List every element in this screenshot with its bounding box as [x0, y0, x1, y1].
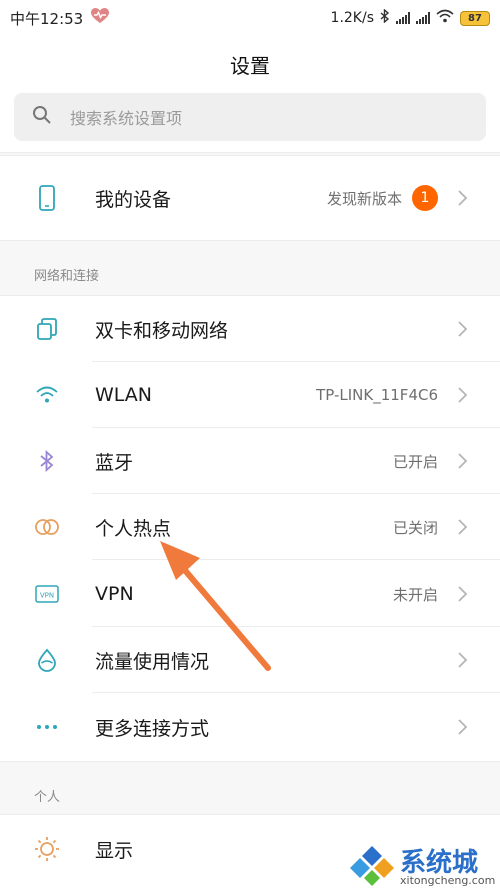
row-label: 蓝牙 — [95, 451, 134, 474]
bluetooth-icon — [34, 448, 60, 474]
chevron-right-icon — [456, 717, 470, 737]
status-bar: 中午12:53 1.2K/s 87 — [0, 0, 500, 36]
search-icon — [32, 105, 52, 129]
row-label: 更多连接方式 — [95, 717, 210, 740]
svg-text:VPN: VPN — [40, 592, 54, 600]
row-label: 个人热点 — [95, 517, 172, 540]
heart-rate-icon — [91, 8, 110, 28]
bluetooth-status-icon — [380, 8, 390, 27]
row-divider — [92, 559, 500, 560]
status-time: 中午12:53 — [10, 9, 84, 28]
phone-icon — [34, 185, 60, 211]
chevron-right-icon — [456, 451, 470, 471]
row-more-connections[interactable]: 更多连接方式 — [0, 694, 500, 760]
wifi-icon — [34, 382, 60, 408]
row-hotspot[interactable]: 个人热点 已关闭 — [0, 494, 500, 560]
row-label: 双卡和移动网络 — [95, 319, 229, 342]
row-label: 流量使用情况 — [95, 650, 210, 673]
vpn-icon: VPN — [34, 581, 60, 607]
chevron-right-icon — [456, 188, 470, 208]
network-speed: 1.2K/s — [330, 10, 374, 26]
section-title-network: 网络和连接 — [34, 269, 100, 284]
row-data-usage[interactable]: 流量使用情况 — [0, 627, 500, 693]
chevron-right-icon — [456, 385, 470, 405]
update-badge: 1 — [412, 185, 438, 211]
row-wlan[interactable]: WLAN TP-LINK_11F4C6 — [0, 362, 500, 428]
row-value: 发现新版本 — [326, 189, 402, 208]
row-label: WLAN — [95, 384, 153, 406]
row-label: VPN — [95, 583, 134, 605]
more-dots-icon — [34, 714, 60, 740]
separator-band — [0, 152, 500, 156]
chevron-right-icon — [456, 650, 470, 670]
row-dual-sim[interactable]: 双卡和移动网络 — [0, 296, 500, 362]
watermark-url: xitongcheng.com — [400, 874, 496, 887]
wifi-status-icon — [436, 9, 454, 27]
signal-sim1-icon — [396, 12, 410, 24]
row-value: 已关闭 — [392, 518, 438, 537]
row-label: 我的设备 — [95, 188, 172, 211]
hotspot-icon — [34, 514, 60, 540]
sim-card-icon — [34, 316, 60, 342]
battery-icon: 87 — [460, 10, 490, 26]
page-title: 设置 — [230, 54, 270, 78]
sun-icon — [34, 836, 60, 862]
search-placeholder: 搜索系统设置项 — [70, 109, 183, 128]
row-vpn[interactable]: VPN VPN 未开启 — [0, 561, 500, 627]
search-input[interactable]: 搜索系统设置项 — [14, 93, 486, 141]
section-title-personal: 个人 — [34, 790, 61, 805]
row-value: 未开启 — [392, 585, 438, 604]
row-divider — [92, 692, 500, 693]
row-my-device[interactable]: 我的设备 发现新版本 1 — [0, 165, 500, 231]
watermark-logo: 系统城 xitongcheng.com — [344, 840, 500, 889]
row-value: TP-LINK_11F4C6 — [316, 386, 438, 404]
signal-sim2-icon — [416, 12, 430, 24]
water-drop-icon — [34, 647, 60, 673]
chevron-right-icon — [456, 319, 470, 339]
section-band-personal — [0, 761, 500, 815]
row-label: 显示 — [95, 839, 134, 862]
chevron-right-icon — [456, 517, 470, 537]
windows-logo-icon — [348, 844, 396, 889]
chevron-right-icon — [456, 584, 470, 604]
row-bluetooth[interactable]: 蓝牙 已开启 — [0, 428, 500, 494]
row-value: 已开启 — [392, 452, 438, 471]
